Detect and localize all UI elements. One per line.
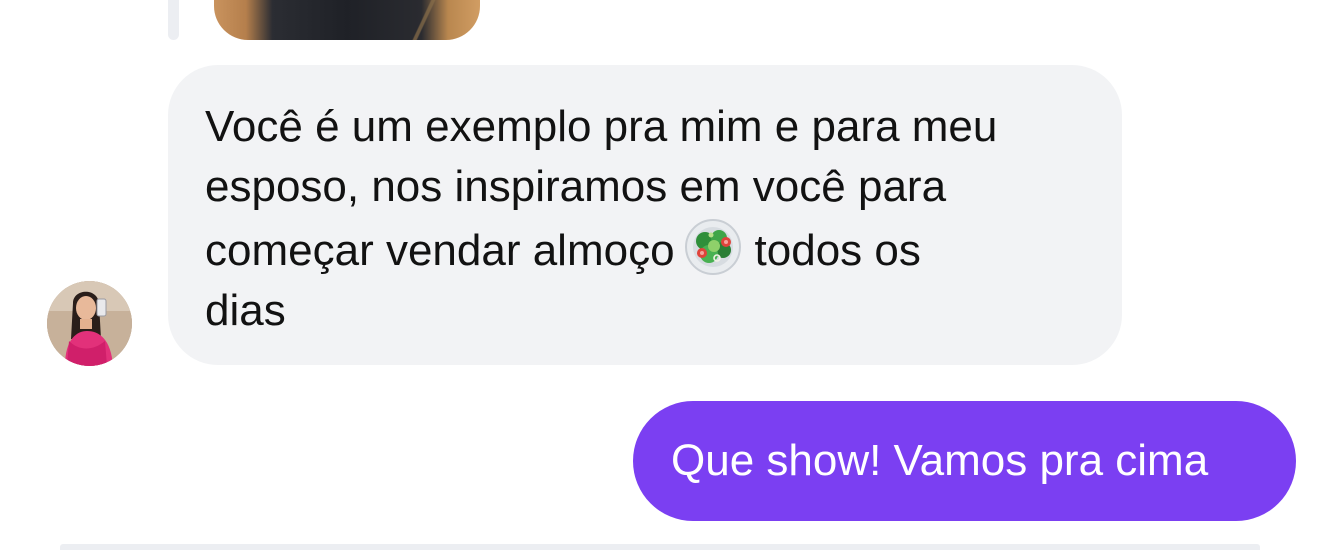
chat-thread: Você é um exemplo pra mim e para meu esp… bbox=[0, 0, 1320, 550]
salad-emoji-icon bbox=[683, 217, 743, 277]
incoming-message-bubble[interactable]: Você é um exemplo pra mim e para meu esp… bbox=[168, 65, 1122, 365]
outgoing-message-bubble[interactable]: Que show! Vamos pra cima bbox=[633, 401, 1296, 521]
incoming-message-text: Você é um exemplo pra mim e para meu esp… bbox=[205, 97, 1092, 341]
contact-avatar[interactable] bbox=[47, 281, 132, 366]
outgoing-message-text: Que show! Vamos pra cima bbox=[671, 436, 1209, 485]
composer-edge bbox=[60, 544, 1260, 550]
photo-detail bbox=[410, 0, 450, 40]
avatar-portrait-icon bbox=[47, 281, 132, 366]
shared-photo-preview[interactable] bbox=[214, 0, 480, 40]
reply-quote-bar bbox=[168, 0, 179, 40]
